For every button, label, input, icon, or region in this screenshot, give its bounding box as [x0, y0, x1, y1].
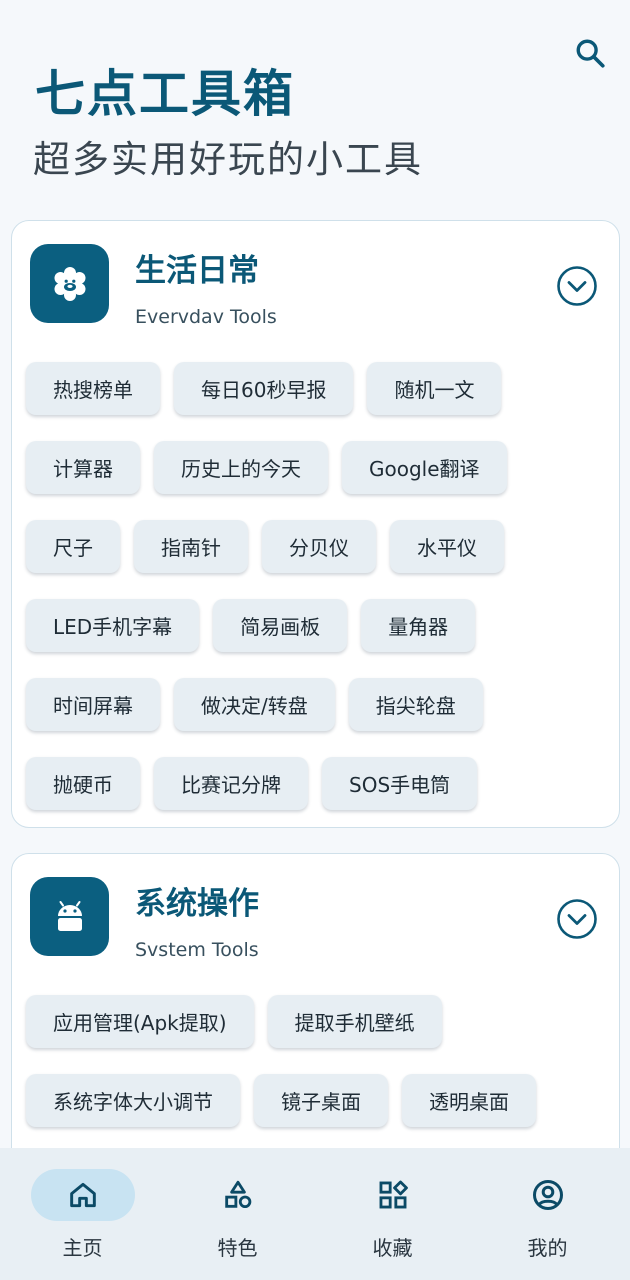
- tool-chip-hot-search[interactable]: 热搜榜单: [26, 362, 160, 415]
- tool-chip-google-translate[interactable]: Google翻译: [342, 441, 507, 494]
- tool-chip-decision-wheel[interactable]: 做决定/转盘: [174, 678, 335, 731]
- app-subtitle: 超多实用好玩的小工具: [33, 138, 423, 181]
- expand-category-button[interactable]: [556, 265, 598, 307]
- search-icon: [576, 39, 605, 68]
- apps-icon: [379, 1180, 408, 1209]
- tool-chip-level[interactable]: 水平仪: [390, 520, 504, 573]
- category-icon-tile: [30, 877, 109, 956]
- nav-item-featured[interactable]: 特色: [163, 1148, 313, 1280]
- nav-label: 收藏: [372, 1236, 413, 1260]
- nav-item-favorites[interactable]: 收藏: [318, 1148, 468, 1280]
- category-title: 生活日常: [135, 253, 259, 289]
- chip-row: 时间屏幕 做决定/转盘 指尖轮盘: [26, 678, 616, 731]
- search-button[interactable]: [570, 33, 610, 73]
- tool-chip-mirror-desktop[interactable]: 镜子桌面: [254, 1074, 388, 1127]
- chip-row: 热搜榜单 每日60秒早报 随机一文: [26, 362, 616, 415]
- app-title: 七点工具箱: [35, 65, 295, 123]
- shapes-icon: [224, 1180, 251, 1209]
- tool-chip-sketch-pad[interactable]: 简易画板: [213, 599, 348, 652]
- nav-active-indicator: [30, 1169, 135, 1221]
- tool-chip-daily-news[interactable]: 每日60秒早报: [174, 362, 354, 415]
- category-subtitle: Svstem Tools: [135, 939, 259, 961]
- category-card-system: 系统操作 Svstem Tools 应用管理(Apk提取) 提取手机壁纸 系统字…: [11, 853, 620, 1173]
- tool-chip-calculator[interactable]: 计算器: [26, 441, 140, 494]
- expand-category-button[interactable]: [556, 898, 598, 940]
- tool-chip-random-article[interactable]: 随机一文: [367, 362, 502, 415]
- tool-chip-sos-flashlight[interactable]: SOS手电筒: [322, 757, 478, 810]
- tool-chip-list: 热搜榜单 每日60秒早报 随机一文 计算器 历史上的今天 Google翻译 尺子…: [26, 362, 616, 836]
- chip-row: 计算器 历史上的今天 Google翻译: [26, 441, 616, 494]
- nav-label: 特色: [217, 1236, 258, 1260]
- category-subtitle: Evervdav Tools: [135, 306, 277, 328]
- tool-chip-decibel-meter[interactable]: 分贝仪: [262, 520, 376, 573]
- chevron-down-circle-icon: [557, 266, 597, 306]
- tool-chip-led-banner[interactable]: LED手机字幕: [26, 599, 200, 652]
- home-icon: [69, 1182, 96, 1208]
- account-icon: [532, 1180, 563, 1210]
- tool-chip-list: 应用管理(Apk提取) 提取手机壁纸 系统字体大小调节 镜子桌面 透明桌面: [26, 995, 616, 1153]
- home-screen: 七点工具箱 超多实用好玩的小工具 生活日常 Evervdav Tools 热搜榜…: [0, 0, 630, 1280]
- bottom-navigation: 主页 特色 收藏 我的: [0, 1148, 630, 1280]
- tool-chip-scoreboard[interactable]: 比赛记分牌: [154, 757, 308, 810]
- tool-chip-extract-wallpaper[interactable]: 提取手机壁纸: [267, 995, 442, 1048]
- nav-icon-wrap: [341, 1169, 445, 1221]
- nav-icon-wrap: [186, 1169, 290, 1221]
- tool-chip-on-this-day[interactable]: 历史上的今天: [154, 441, 328, 494]
- tool-chip-compass[interactable]: 指南针: [134, 520, 248, 573]
- category-title: 系统操作: [135, 886, 259, 922]
- tool-chip-ruler[interactable]: 尺子: [26, 520, 120, 573]
- tool-chip-coin-flip[interactable]: 抛硬币: [26, 757, 140, 810]
- nav-label: 主页: [62, 1236, 103, 1260]
- category-icon-tile: [30, 244, 109, 323]
- tool-chip-app-manager[interactable]: 应用管理(Apk提取): [26, 995, 254, 1048]
- tool-chip-transparent-desktop[interactable]: 透明桌面: [402, 1074, 536, 1127]
- chip-row: 尺子 指南针 分贝仪 水平仪: [26, 520, 616, 573]
- tool-chip-font-size[interactable]: 系统字体大小调节: [26, 1074, 240, 1127]
- chip-row: 抛硬币 比赛记分牌 SOS手电筒: [26, 757, 616, 810]
- android-icon: [57, 900, 82, 931]
- chip-row: LED手机字幕 简易画板 量角器: [26, 599, 616, 652]
- chip-row: 应用管理(Apk提取) 提取手机壁纸: [26, 995, 616, 1048]
- chip-row: 系统字体大小调节 镜子桌面 透明桌面: [26, 1074, 616, 1127]
- tool-chip-clock-screen[interactable]: 时间屏幕: [26, 678, 160, 731]
- nav-icon-wrap: [496, 1169, 600, 1221]
- category-card-life: 生活日常 Evervdav Tools 热搜榜单 每日60秒早报 随机一文 计算…: [11, 220, 620, 828]
- nav-item-profile[interactable]: 我的: [473, 1148, 623, 1280]
- tool-chip-fingertip-roulette[interactable]: 指尖轮盘: [348, 678, 483, 731]
- tool-chip-protractor[interactable]: 量角器: [361, 599, 476, 652]
- chevron-down-circle-icon: [557, 899, 597, 939]
- flower-face-icon: [54, 266, 85, 301]
- nav-item-home[interactable]: 主页: [8, 1148, 158, 1280]
- nav-label: 我的: [527, 1236, 568, 1260]
